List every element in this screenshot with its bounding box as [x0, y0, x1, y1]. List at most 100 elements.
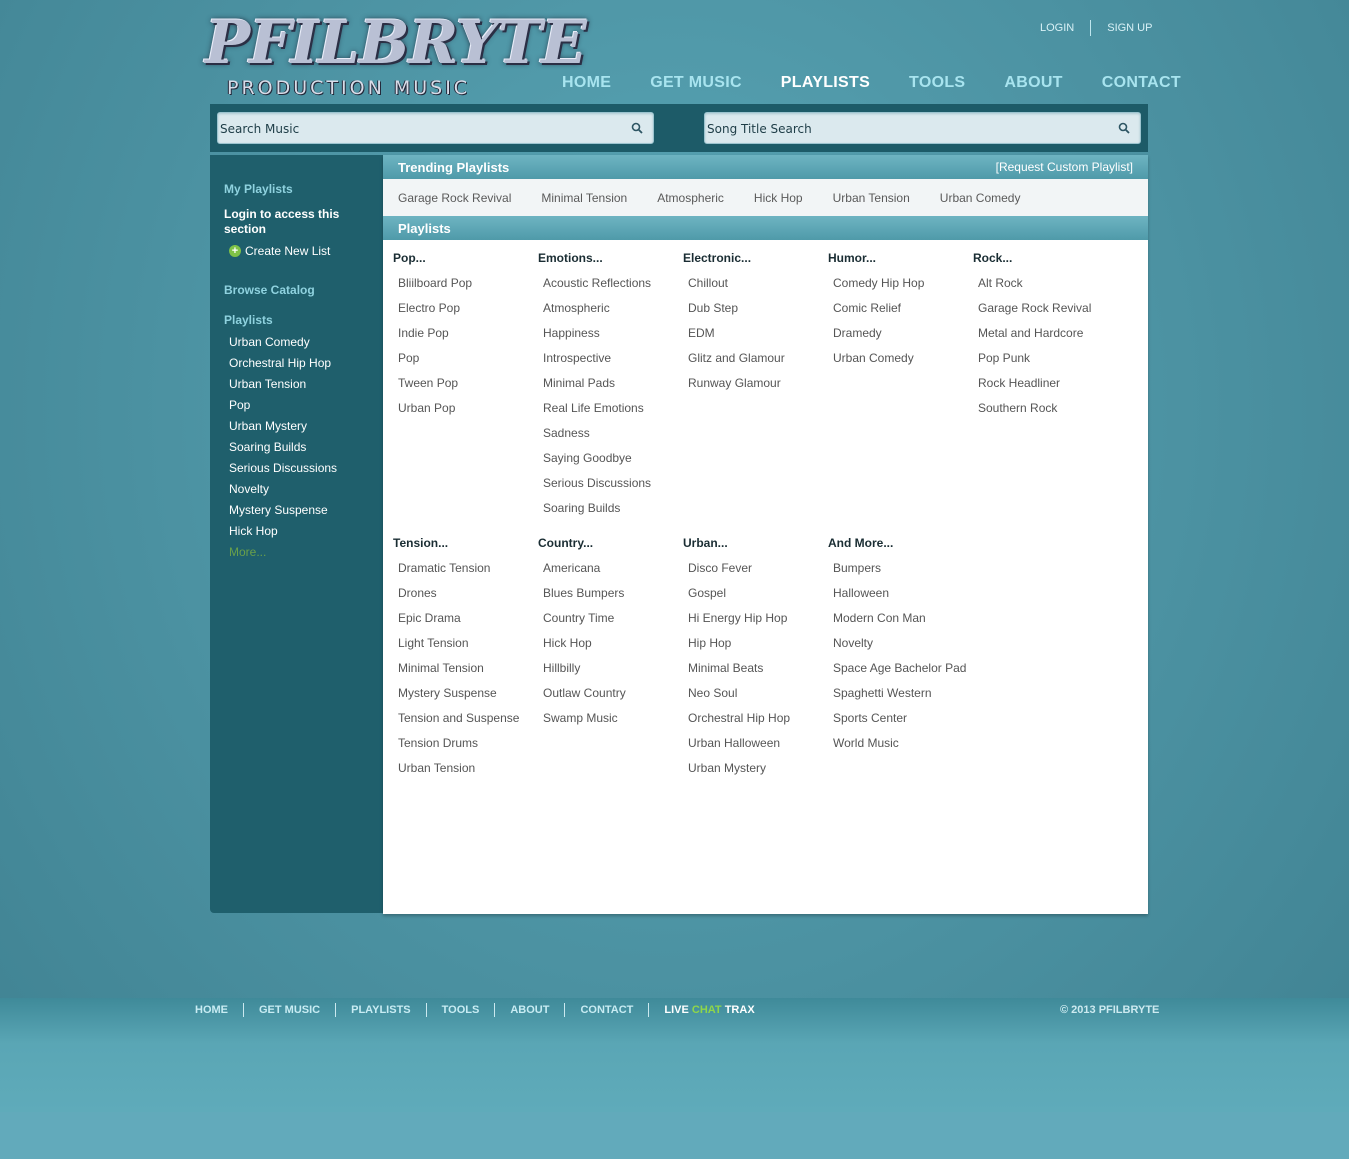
playlist-link[interactable]: Chillout — [688, 276, 823, 291]
group-heading[interactable]: And More... — [828, 536, 968, 561]
playlist-link[interactable]: World Music — [833, 736, 968, 751]
group-heading[interactable]: Emotions... — [538, 251, 678, 276]
trending-item[interactable]: Urban Comedy — [940, 191, 1021, 205]
playlist-link[interactable]: Garage Rock Revival — [978, 301, 1113, 316]
playlist-link[interactable]: Serious Discussions — [543, 476, 678, 491]
group-heading[interactable]: Rock... — [973, 251, 1113, 276]
playlist-link[interactable]: Gospel — [688, 586, 823, 601]
search-icon[interactable] — [1118, 122, 1130, 134]
playlist-link[interactable]: Bliilboard Pop — [398, 276, 533, 291]
playlist-link[interactable]: Real Life Emotions — [543, 401, 678, 416]
group-heading[interactable]: Urban... — [683, 536, 823, 561]
sidebar-playlist-item[interactable]: Urban Comedy — [229, 335, 337, 356]
group-heading[interactable]: Country... — [538, 536, 678, 561]
playlists-heading[interactable]: Playlists — [224, 313, 273, 327]
playlist-link[interactable]: Orchestral Hip Hop — [688, 711, 823, 726]
sidebar-playlist-item[interactable]: Hick Hop — [229, 524, 337, 545]
playlist-link[interactable]: Sports Center — [833, 711, 968, 726]
playlist-link[interactable]: Soaring Builds — [543, 501, 678, 516]
group-heading[interactable]: Humor... — [828, 251, 968, 276]
playlist-link[interactable]: Space Age Bachelor Pad — [833, 661, 968, 676]
nav-about[interactable]: ABOUT — [1004, 74, 1062, 96]
sidebar-playlist-item[interactable]: Pop — [229, 398, 337, 419]
footer-link-about[interactable]: ABOUT — [510, 1004, 549, 1016]
playlist-link[interactable]: Country Time — [543, 611, 678, 626]
playlist-link[interactable]: Urban Mystery — [688, 761, 823, 776]
playlist-link[interactable]: Halloween — [833, 586, 968, 601]
playlist-link[interactable]: Metal and Hardcore — [978, 326, 1113, 341]
playlist-link[interactable]: Hi Energy Hip Hop — [688, 611, 823, 626]
nav-tools[interactable]: TOOLS — [909, 74, 965, 96]
playlist-link[interactable]: Disco Fever — [688, 561, 823, 576]
footer-link-tools[interactable]: TOOLS — [442, 1004, 480, 1016]
sidebar-playlist-item[interactable]: Novelty — [229, 482, 337, 503]
playlist-link[interactable]: Tension and Suspense — [398, 711, 533, 726]
browse-catalog-link[interactable]: Browse Catalog — [224, 283, 315, 297]
playlist-link[interactable]: Spaghetti Western — [833, 686, 968, 701]
music-search-input[interactable] — [220, 120, 620, 138]
my-playlists-link[interactable]: My Playlists — [224, 182, 293, 196]
playlist-link[interactable]: Minimal Tension — [398, 661, 533, 676]
sidebar-playlist-item[interactable]: Orchestral Hip Hop — [229, 356, 337, 377]
group-heading[interactable]: Tension... — [393, 536, 533, 561]
playlist-link[interactable]: Acoustic Reflections — [543, 276, 678, 291]
trending-item[interactable]: Hick Hop — [754, 191, 803, 205]
playlist-link[interactable]: Swamp Music — [543, 711, 678, 726]
playlist-link[interactable]: Tween Pop — [398, 376, 533, 391]
sidebar-playlist-item[interactable]: Soaring Builds — [229, 440, 337, 461]
playlist-link[interactable]: Introspective — [543, 351, 678, 366]
signup-link[interactable]: SIGN UP — [1107, 22, 1152, 34]
playlist-link[interactable]: Dramatic Tension — [398, 561, 533, 576]
playlist-link[interactable]: Pop — [398, 351, 533, 366]
create-new-list-button[interactable]: + Create New List — [229, 244, 330, 258]
playlist-link[interactable]: Light Tension — [398, 636, 533, 651]
footer-link-contact[interactable]: CONTACT — [580, 1004, 633, 1016]
playlist-link[interactable]: Blues Bumpers — [543, 586, 678, 601]
playlist-link[interactable]: Urban Comedy — [833, 351, 968, 366]
playlist-link[interactable]: Glitz and Glamour — [688, 351, 823, 366]
footer-link-home[interactable]: HOME — [195, 1004, 228, 1016]
trending-item[interactable]: Minimal Tension — [541, 191, 627, 205]
search-icon[interactable] — [631, 122, 643, 134]
playlist-link[interactable]: Atmospheric — [543, 301, 678, 316]
playlist-link[interactable]: Urban Pop — [398, 401, 533, 416]
sidebar-playlist-item[interactable]: Urban Mystery — [229, 419, 337, 440]
playlist-link[interactable]: Electro Pop — [398, 301, 533, 316]
playlist-link[interactable]: Tension Drums — [398, 736, 533, 751]
playlist-link[interactable]: Hip Hop — [688, 636, 823, 651]
playlist-link[interactable]: Saying Goodbye — [543, 451, 678, 466]
playlist-link[interactable]: Hick Hop — [543, 636, 678, 651]
song-title-search-input[interactable] — [707, 120, 1107, 138]
trending-item[interactable]: Urban Tension — [833, 191, 910, 205]
playlist-link[interactable]: Urban Tension — [398, 761, 533, 776]
playlist-link[interactable]: Urban Halloween — [688, 736, 823, 751]
nav-contact[interactable]: CONTACT — [1102, 74, 1181, 96]
playlist-link[interactable]: Neo Soul — [688, 686, 823, 701]
playlist-link[interactable]: Sadness — [543, 426, 678, 441]
more-link[interactable]: More... — [229, 545, 266, 559]
playlist-link[interactable]: Bumpers — [833, 561, 968, 576]
nav-get-music[interactable]: GET MUSIC — [650, 74, 742, 96]
playlist-link[interactable]: Comedy Hip Hop — [833, 276, 968, 291]
playlist-link[interactable]: Alt Rock — [978, 276, 1113, 291]
playlist-link[interactable]: Novelty — [833, 636, 968, 651]
group-heading[interactable]: Electronic... — [683, 251, 823, 276]
login-link[interactable]: LOGIN — [1040, 22, 1074, 34]
playlist-link[interactable]: Modern Con Man — [833, 611, 968, 626]
playlist-link[interactable]: Americana — [543, 561, 678, 576]
request-custom-playlist-link[interactable]: [Request Custom Playlist] — [996, 160, 1133, 174]
playlist-link[interactable]: Rock Headliner — [978, 376, 1113, 391]
group-heading[interactable]: Pop... — [393, 251, 533, 276]
nav-home[interactable]: HOME — [562, 74, 611, 96]
playlist-link[interactable]: Indie Pop — [398, 326, 533, 341]
trending-item[interactable]: Atmospheric — [657, 191, 724, 205]
playlist-link[interactable]: Dub Step — [688, 301, 823, 316]
playlist-link[interactable]: Drones — [398, 586, 533, 601]
trending-item[interactable]: Garage Rock Revival — [398, 191, 511, 205]
playlist-link[interactable]: Runway Glamour — [688, 376, 823, 391]
sidebar-playlist-item[interactable]: Mystery Suspense — [229, 503, 337, 524]
playlist-link[interactable]: EDM — [688, 326, 823, 341]
live-chat-trax-link[interactable]: LIVE CHAT TRAX — [664, 1004, 754, 1016]
playlist-link[interactable]: Minimal Beats — [688, 661, 823, 676]
playlist-link[interactable]: Minimal Pads — [543, 376, 678, 391]
